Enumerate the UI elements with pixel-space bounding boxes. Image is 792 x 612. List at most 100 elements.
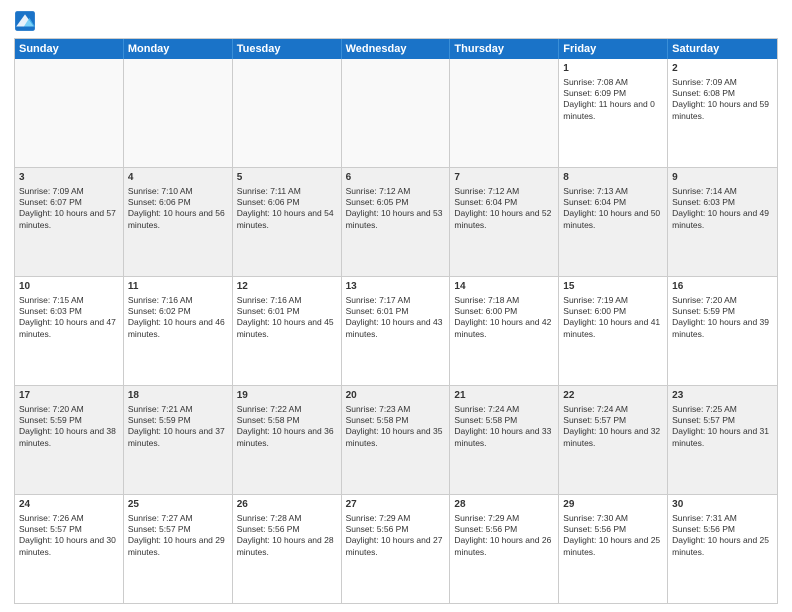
day-number: 25: [128, 498, 228, 512]
day-cell-30: 30Sunrise: 7:31 AM Sunset: 5:56 PM Dayli…: [668, 495, 777, 603]
day-number: 3: [19, 171, 119, 185]
logo-icon: [14, 10, 36, 32]
day-cell-26: 26Sunrise: 7:28 AM Sunset: 5:56 PM Dayli…: [233, 495, 342, 603]
day-number: 8: [563, 171, 663, 185]
day-number: 22: [563, 389, 663, 403]
day-info: Sunrise: 7:21 AM Sunset: 5:59 PM Dayligh…: [128, 404, 225, 448]
day-number: 30: [672, 498, 773, 512]
day-info: Sunrise: 7:24 AM Sunset: 5:57 PM Dayligh…: [563, 404, 660, 448]
day-number: 27: [346, 498, 446, 512]
day-number: 6: [346, 171, 446, 185]
day-number: 2: [672, 62, 773, 76]
day-cell-23: 23Sunrise: 7:25 AM Sunset: 5:57 PM Dayli…: [668, 386, 777, 494]
day-number: 26: [237, 498, 337, 512]
day-cell-11: 11Sunrise: 7:16 AM Sunset: 6:02 PM Dayli…: [124, 277, 233, 385]
header-day-saturday: Saturday: [668, 39, 777, 59]
day-cell-12: 12Sunrise: 7:16 AM Sunset: 6:01 PM Dayli…: [233, 277, 342, 385]
day-number: 23: [672, 389, 773, 403]
day-number: 24: [19, 498, 119, 512]
day-number: 11: [128, 280, 228, 294]
day-cell-24: 24Sunrise: 7:26 AM Sunset: 5:57 PM Dayli…: [15, 495, 124, 603]
header-day-wednesday: Wednesday: [342, 39, 451, 59]
day-number: 21: [454, 389, 554, 403]
header-day-friday: Friday: [559, 39, 668, 59]
logo: [14, 10, 38, 32]
day-info: Sunrise: 7:16 AM Sunset: 6:01 PM Dayligh…: [237, 295, 334, 339]
day-cell-25: 25Sunrise: 7:27 AM Sunset: 5:57 PM Dayli…: [124, 495, 233, 603]
calendar-body: 1Sunrise: 7:08 AM Sunset: 6:09 PM Daylig…: [15, 59, 777, 603]
day-cell-18: 18Sunrise: 7:21 AM Sunset: 5:59 PM Dayli…: [124, 386, 233, 494]
day-number: 9: [672, 171, 773, 185]
day-cell-29: 29Sunrise: 7:30 AM Sunset: 5:56 PM Dayli…: [559, 495, 668, 603]
day-info: Sunrise: 7:25 AM Sunset: 5:57 PM Dayligh…: [672, 404, 769, 448]
day-number: 14: [454, 280, 554, 294]
day-cell-22: 22Sunrise: 7:24 AM Sunset: 5:57 PM Dayli…: [559, 386, 668, 494]
header-day-monday: Monday: [124, 39, 233, 59]
day-number: 12: [237, 280, 337, 294]
day-number: 17: [19, 389, 119, 403]
day-cell-15: 15Sunrise: 7:19 AM Sunset: 6:00 PM Dayli…: [559, 277, 668, 385]
day-number: 13: [346, 280, 446, 294]
empty-cell: [450, 59, 559, 167]
day-cell-27: 27Sunrise: 7:29 AM Sunset: 5:56 PM Dayli…: [342, 495, 451, 603]
day-info: Sunrise: 7:12 AM Sunset: 6:05 PM Dayligh…: [346, 186, 443, 230]
day-info: Sunrise: 7:16 AM Sunset: 6:02 PM Dayligh…: [128, 295, 225, 339]
day-info: Sunrise: 7:27 AM Sunset: 5:57 PM Dayligh…: [128, 513, 225, 557]
day-info: Sunrise: 7:17 AM Sunset: 6:01 PM Dayligh…: [346, 295, 443, 339]
day-cell-2: 2Sunrise: 7:09 AM Sunset: 6:08 PM Daylig…: [668, 59, 777, 167]
day-number: 20: [346, 389, 446, 403]
day-number: 19: [237, 389, 337, 403]
day-cell-7: 7Sunrise: 7:12 AM Sunset: 6:04 PM Daylig…: [450, 168, 559, 276]
day-info: Sunrise: 7:22 AM Sunset: 5:58 PM Dayligh…: [237, 404, 334, 448]
day-info: Sunrise: 7:19 AM Sunset: 6:00 PM Dayligh…: [563, 295, 660, 339]
day-number: 28: [454, 498, 554, 512]
day-number: 18: [128, 389, 228, 403]
day-info: Sunrise: 7:09 AM Sunset: 6:07 PM Dayligh…: [19, 186, 116, 230]
day-info: Sunrise: 7:12 AM Sunset: 6:04 PM Dayligh…: [454, 186, 551, 230]
day-cell-1: 1Sunrise: 7:08 AM Sunset: 6:09 PM Daylig…: [559, 59, 668, 167]
day-number: 1: [563, 62, 663, 76]
day-info: Sunrise: 7:28 AM Sunset: 5:56 PM Dayligh…: [237, 513, 334, 557]
header-day-sunday: Sunday: [15, 39, 124, 59]
day-info: Sunrise: 7:26 AM Sunset: 5:57 PM Dayligh…: [19, 513, 116, 557]
day-number: 7: [454, 171, 554, 185]
day-info: Sunrise: 7:18 AM Sunset: 6:00 PM Dayligh…: [454, 295, 551, 339]
day-cell-19: 19Sunrise: 7:22 AM Sunset: 5:58 PM Dayli…: [233, 386, 342, 494]
empty-cell: [15, 59, 124, 167]
week-row-4: 17Sunrise: 7:20 AM Sunset: 5:59 PM Dayli…: [15, 386, 777, 495]
day-info: Sunrise: 7:29 AM Sunset: 5:56 PM Dayligh…: [346, 513, 443, 557]
day-number: 5: [237, 171, 337, 185]
day-info: Sunrise: 7:30 AM Sunset: 5:56 PM Dayligh…: [563, 513, 660, 557]
day-info: Sunrise: 7:24 AM Sunset: 5:58 PM Dayligh…: [454, 404, 551, 448]
day-cell-16: 16Sunrise: 7:20 AM Sunset: 5:59 PM Dayli…: [668, 277, 777, 385]
day-number: 15: [563, 280, 663, 294]
week-row-5: 24Sunrise: 7:26 AM Sunset: 5:57 PM Dayli…: [15, 495, 777, 603]
day-number: 4: [128, 171, 228, 185]
day-cell-10: 10Sunrise: 7:15 AM Sunset: 6:03 PM Dayli…: [15, 277, 124, 385]
day-cell-20: 20Sunrise: 7:23 AM Sunset: 5:58 PM Dayli…: [342, 386, 451, 494]
header-day-thursday: Thursday: [450, 39, 559, 59]
day-info: Sunrise: 7:09 AM Sunset: 6:08 PM Dayligh…: [672, 77, 769, 121]
week-row-2: 3Sunrise: 7:09 AM Sunset: 6:07 PM Daylig…: [15, 168, 777, 277]
empty-cell: [342, 59, 451, 167]
day-info: Sunrise: 7:10 AM Sunset: 6:06 PM Dayligh…: [128, 186, 225, 230]
calendar-header: SundayMondayTuesdayWednesdayThursdayFrid…: [15, 39, 777, 59]
day-info: Sunrise: 7:14 AM Sunset: 6:03 PM Dayligh…: [672, 186, 769, 230]
day-info: Sunrise: 7:31 AM Sunset: 5:56 PM Dayligh…: [672, 513, 769, 557]
day-info: Sunrise: 7:20 AM Sunset: 5:59 PM Dayligh…: [19, 404, 116, 448]
calendar: SundayMondayTuesdayWednesdayThursdayFrid…: [14, 38, 778, 604]
day-cell-9: 9Sunrise: 7:14 AM Sunset: 6:03 PM Daylig…: [668, 168, 777, 276]
day-cell-6: 6Sunrise: 7:12 AM Sunset: 6:05 PM Daylig…: [342, 168, 451, 276]
day-cell-21: 21Sunrise: 7:24 AM Sunset: 5:58 PM Dayli…: [450, 386, 559, 494]
page: SundayMondayTuesdayWednesdayThursdayFrid…: [0, 0, 792, 612]
header-day-tuesday: Tuesday: [233, 39, 342, 59]
day-cell-28: 28Sunrise: 7:29 AM Sunset: 5:56 PM Dayli…: [450, 495, 559, 603]
day-info: Sunrise: 7:29 AM Sunset: 5:56 PM Dayligh…: [454, 513, 551, 557]
day-info: Sunrise: 7:13 AM Sunset: 6:04 PM Dayligh…: [563, 186, 660, 230]
day-cell-17: 17Sunrise: 7:20 AM Sunset: 5:59 PM Dayli…: [15, 386, 124, 494]
day-cell-4: 4Sunrise: 7:10 AM Sunset: 6:06 PM Daylig…: [124, 168, 233, 276]
empty-cell: [124, 59, 233, 167]
day-info: Sunrise: 7:08 AM Sunset: 6:09 PM Dayligh…: [563, 77, 655, 121]
day-info: Sunrise: 7:20 AM Sunset: 5:59 PM Dayligh…: [672, 295, 769, 339]
day-info: Sunrise: 7:23 AM Sunset: 5:58 PM Dayligh…: [346, 404, 443, 448]
